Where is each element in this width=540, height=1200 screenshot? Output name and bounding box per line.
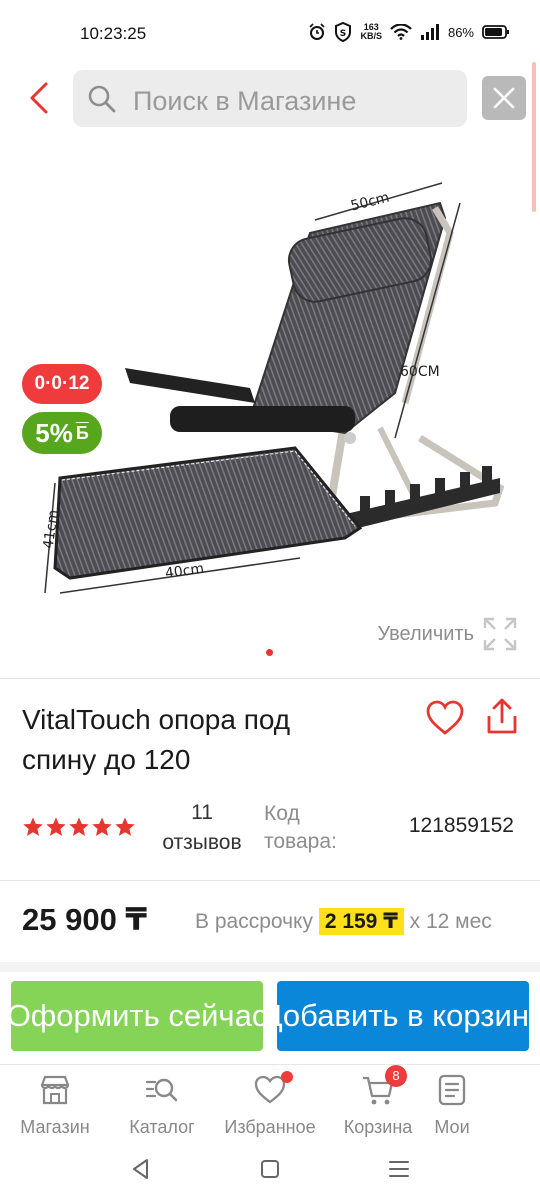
expand-icon [483,617,517,651]
net-speed: 163 KB/S [360,23,382,41]
search-input[interactable]: Поиск в Магазине [73,70,467,127]
search-placeholder: Поиск в Магазине [133,86,357,116]
catalog-search-icon [145,1078,178,1102]
dimension-width-top: 50cm [349,190,391,215]
nav-item-orders[interactable]: Мои [397,1073,507,1138]
nav-label-orders: Мои [434,1117,470,1137]
divider [0,678,540,679]
rating-stars[interactable] [22,816,136,838]
close-button[interactable] [482,76,526,120]
bottom-nav: Магазин Каталог Избранное 8 Корзина Мои [0,1064,540,1144]
shield-icon: S [335,22,352,42]
installment-label: В рассрочку [195,910,313,933]
installment-monthly: 2 159 ₸ [318,908,404,935]
svg-text:S: S [340,29,346,39]
buy-now-button[interactable]: Оформить сейчас [11,981,263,1051]
reviews-count: 11 [191,801,213,824]
installment-term: x 12 мес [409,910,492,933]
close-icon [493,87,515,109]
battery-icon [482,25,509,39]
wifi-icon [390,24,412,40]
system-menu-icon[interactable] [386,1156,412,1182]
store-icon [40,1075,70,1105]
net-speed-unit: KB/S [360,31,382,41]
system-back-icon[interactable] [128,1156,154,1182]
search-icon [88,85,116,113]
orders-icon [438,1074,466,1106]
status-time: 10:23:25 [80,24,147,43]
add-to-cart-label: Добавить в корзину [277,998,529,1033]
star-icon [69,817,89,836]
zoom-label: Увеличить [377,622,474,645]
nav-label-catalog: Каталог [129,1117,195,1137]
price: 25 900 ₸ [22,902,147,937]
installment-badge: 0·0·12 [22,364,102,404]
favorites-notification-dot [281,1071,293,1083]
nav-item-catalog[interactable]: Каталог [107,1073,217,1138]
dimension-back-height: 60CM [400,364,440,380]
divider [0,880,540,881]
nav-label-store: Магазин [20,1117,90,1137]
bonus-badge: 5% Б [22,412,102,454]
product-title: VitalTouch опора под спину до 120 [22,704,291,775]
nav-label-favorites: Избранное [224,1117,316,1137]
share-button[interactable] [485,698,519,736]
slide-indicator-dot [266,649,273,656]
buy-now-label: Оформить сейчас [11,998,263,1033]
bonus-badge-value: 5% [35,417,73,448]
battery-level: 86% [447,24,474,40]
favorite-button[interactable] [425,700,465,736]
system-navigation-bar [0,1146,540,1200]
zoom-button[interactable]: Увеличить [378,616,518,652]
star-icon [23,817,43,836]
installment-info[interactable]: В рассрочку 2 159 ₸ x 12 мес [195,908,492,935]
reviews-label: отзывов [162,831,242,854]
star-icon [92,817,112,836]
status-icons: S 163 KB/S 86% [308,22,510,42]
bonus-badge-symbol: Б [75,422,89,443]
search-header: Поиск в Магазине [0,62,540,138]
nav-icon-wrap [253,1071,293,1107]
product-code-value: 121859152 [408,814,514,837]
nav-item-store[interactable]: Магазин [0,1073,110,1138]
status-bar: 10:23:25 S 163 KB/S 86% [0,0,540,62]
back-button[interactable] [22,78,58,118]
add-to-cart-button[interactable]: Добавить в корзину [277,981,529,1051]
reviews-link[interactable]: 11 отзывов [152,798,252,858]
section-separator [0,962,540,972]
alarm-icon [309,23,326,40]
nav-item-favorites[interactable]: Избранное [215,1071,325,1138]
system-home-icon[interactable] [257,1156,283,1182]
star-icon [115,817,135,836]
rating-row: 11 отзывов Код товара: 121859152 [22,798,522,858]
nav-icon-wrap: 8 [361,1065,407,1107]
price-row: 25 900 ₸ В рассрочку 2 159 ₸ x 12 мес [22,900,522,944]
product-code-label: Код товара: [264,802,337,853]
product-image-gallery[interactable]: 50cm 60CM 41cm 40cm 0·0·12 5% Б Увеличит… [0,138,540,678]
star-icon [46,817,66,836]
signal-icon [420,24,439,40]
